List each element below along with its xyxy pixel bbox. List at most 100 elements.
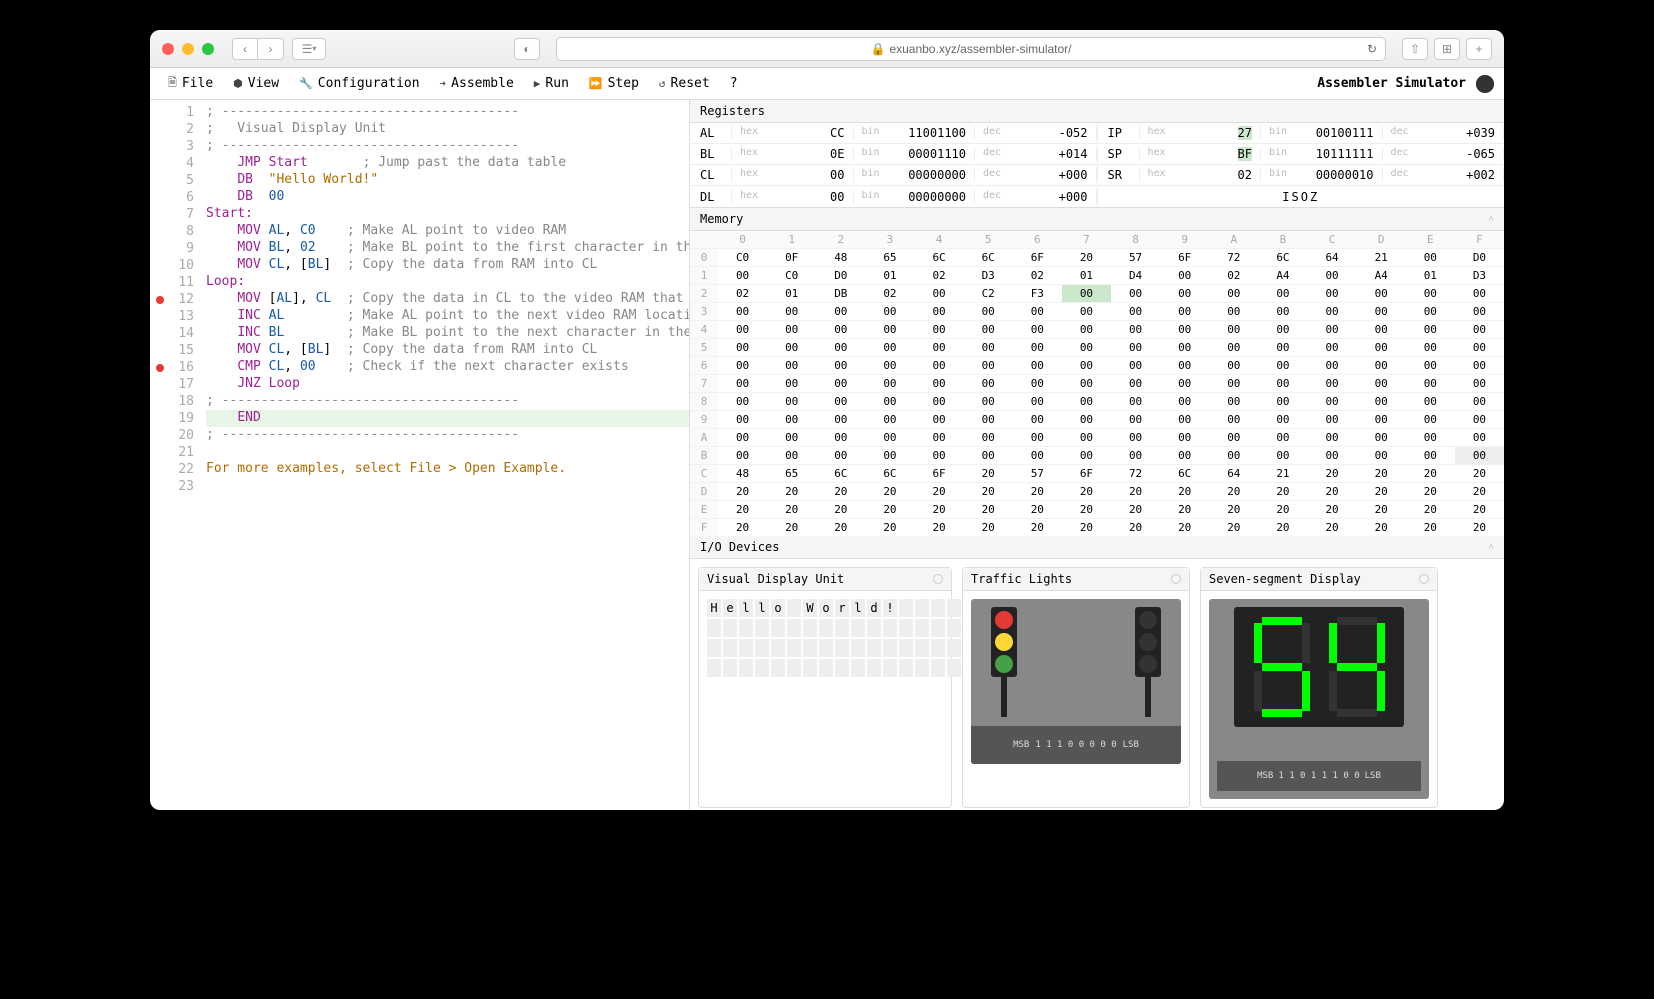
- memory-cell[interactable]: 20: [964, 518, 1013, 536]
- line-number[interactable]: 10: [150, 257, 200, 274]
- memory-cell[interactable]: 20: [865, 500, 914, 518]
- memory-cell[interactable]: 00: [1209, 392, 1258, 410]
- memory-cell[interactable]: D3: [964, 266, 1013, 284]
- memory-cell[interactable]: 6F: [1013, 248, 1062, 266]
- memory-cell[interactable]: 6F: [1062, 464, 1111, 482]
- memory-cell[interactable]: 00: [1357, 284, 1406, 302]
- tabs-button[interactable]: ⊞: [1434, 38, 1460, 60]
- memory-cell[interactable]: 00: [915, 320, 964, 338]
- memory-cell[interactable]: 0F: [767, 248, 816, 266]
- memory-cell[interactable]: 00: [1406, 284, 1455, 302]
- memory-cell[interactable]: 20: [1258, 518, 1307, 536]
- code-line[interactable]: ; --------------------------------------: [206, 104, 689, 121]
- memory-cell[interactable]: 00: [767, 320, 816, 338]
- memory-cell[interactable]: 00: [1308, 284, 1357, 302]
- line-number[interactable]: 2: [150, 121, 200, 138]
- memory-cell[interactable]: 00: [865, 356, 914, 374]
- memory-cell[interactable]: 00: [816, 392, 865, 410]
- memory-cell[interactable]: 00: [1013, 446, 1062, 464]
- memory-cell[interactable]: 00: [718, 338, 767, 356]
- code-line[interactable]: [206, 444, 689, 461]
- reset-button[interactable]: ↺Reset: [651, 73, 718, 94]
- memory-cell[interactable]: 00: [1357, 356, 1406, 374]
- memory-cell[interactable]: 64: [1209, 464, 1258, 482]
- memory-cell[interactable]: 00: [964, 374, 1013, 392]
- memory-cell[interactable]: D3: [1455, 266, 1504, 284]
- memory-cell[interactable]: 00: [915, 374, 964, 392]
- memory-cell[interactable]: 00: [718, 410, 767, 428]
- memory-cell[interactable]: 20: [1111, 518, 1160, 536]
- memory-cell[interactable]: 00: [767, 338, 816, 356]
- memory-cell[interactable]: 00: [964, 392, 1013, 410]
- memory-cell[interactable]: C0: [718, 248, 767, 266]
- memory-cell[interactable]: 6C: [1258, 248, 1307, 266]
- memory-cell[interactable]: 20: [1258, 500, 1307, 518]
- chevron-up-icon[interactable]: ˄: [1488, 214, 1494, 225]
- memory-cell[interactable]: 20: [1062, 518, 1111, 536]
- memory-cell[interactable]: 00: [718, 392, 767, 410]
- memory-cell[interactable]: 20: [1455, 464, 1504, 482]
- memory-cell[interactable]: C2: [964, 284, 1013, 302]
- code-line[interactable]: MOV CL, [BL] ; Copy the data from RAM in…: [206, 257, 689, 274]
- memory-cell[interactable]: 02: [1209, 266, 1258, 284]
- close-window-icon[interactable]: [162, 43, 174, 55]
- memory-cell[interactable]: 64: [1308, 248, 1357, 266]
- memory-cell[interactable]: 00: [1160, 410, 1209, 428]
- memory-cell[interactable]: 00: [865, 338, 914, 356]
- memory-cell[interactable]: 00: [1013, 374, 1062, 392]
- memory-cell[interactable]: 00: [1062, 302, 1111, 320]
- memory-cell[interactable]: 00: [1406, 410, 1455, 428]
- code-line[interactable]: DB "Hello World!": [206, 172, 689, 189]
- memory-cell[interactable]: 00: [1308, 428, 1357, 446]
- memory-cell[interactable]: 00: [1258, 374, 1307, 392]
- memory-cell[interactable]: 20: [1308, 464, 1357, 482]
- memory-cell[interactable]: 01: [1406, 266, 1455, 284]
- memory-cell[interactable]: 65: [865, 248, 914, 266]
- memory-cell[interactable]: 00: [865, 446, 914, 464]
- line-number[interactable]: 20: [150, 427, 200, 444]
- memory-cell[interactable]: 20: [1357, 482, 1406, 500]
- memory-cell[interactable]: 00: [1160, 266, 1209, 284]
- memory-cell[interactable]: 57: [1013, 464, 1062, 482]
- memory-cell[interactable]: 00: [1062, 320, 1111, 338]
- memory-cell[interactable]: 00: [1308, 302, 1357, 320]
- code-line[interactable]: Start:: [206, 206, 689, 223]
- forward-button[interactable]: ›: [258, 38, 284, 60]
- memory-cell[interactable]: 00: [1258, 410, 1307, 428]
- line-number[interactable]: 7: [150, 206, 200, 223]
- memory-cell[interactable]: 00: [964, 302, 1013, 320]
- memory-cell[interactable]: 02: [718, 284, 767, 302]
- code-line[interactable]: MOV BL, 02 ; Make BL point to the first …: [206, 240, 689, 257]
- memory-cell[interactable]: 20: [718, 518, 767, 536]
- memory-cell[interactable]: 20: [1160, 482, 1209, 500]
- memory-cell[interactable]: 00: [1455, 284, 1504, 302]
- memory-cell[interactable]: 20: [1308, 518, 1357, 536]
- github-icon[interactable]: [1476, 75, 1494, 93]
- memory-cell[interactable]: 20: [1406, 464, 1455, 482]
- memory-cell[interactable]: 00: [1406, 302, 1455, 320]
- memory-cell[interactable]: 00: [1209, 320, 1258, 338]
- line-number[interactable]: 8: [150, 223, 200, 240]
- memory-cell[interactable]: 00: [1111, 446, 1160, 464]
- memory-cell[interactable]: 00: [1357, 320, 1406, 338]
- memory-cell[interactable]: 00: [1062, 446, 1111, 464]
- memory-cell[interactable]: 00: [1406, 446, 1455, 464]
- memory-cell[interactable]: 20: [718, 482, 767, 500]
- memory-cell[interactable]: 00: [816, 410, 865, 428]
- memory-cell[interactable]: 00: [1357, 410, 1406, 428]
- memory-cell[interactable]: 00: [1357, 302, 1406, 320]
- memory-cell[interactable]: 00: [1013, 356, 1062, 374]
- url-bar[interactable]: 🔒 exuanbo.xyz/assembler-simulator/ ↻: [556, 37, 1386, 61]
- memory-cell[interactable]: 00: [1455, 338, 1504, 356]
- memory-cell[interactable]: 00: [1209, 374, 1258, 392]
- memory-cell[interactable]: 00: [1406, 338, 1455, 356]
- memory-cell[interactable]: D0: [1455, 248, 1504, 266]
- memory-cell[interactable]: 00: [1455, 392, 1504, 410]
- memory-cell[interactable]: 00: [964, 446, 1013, 464]
- memory-cell[interactable]: 00: [1160, 392, 1209, 410]
- memory-cell[interactable]: 00: [1160, 338, 1209, 356]
- memory-cell[interactable]: 00: [816, 338, 865, 356]
- code-line[interactable]: MOV CL, [BL] ; Copy the data from RAM in…: [206, 342, 689, 359]
- memory-cell[interactable]: C0: [767, 266, 816, 284]
- memory-cell[interactable]: 00: [915, 446, 964, 464]
